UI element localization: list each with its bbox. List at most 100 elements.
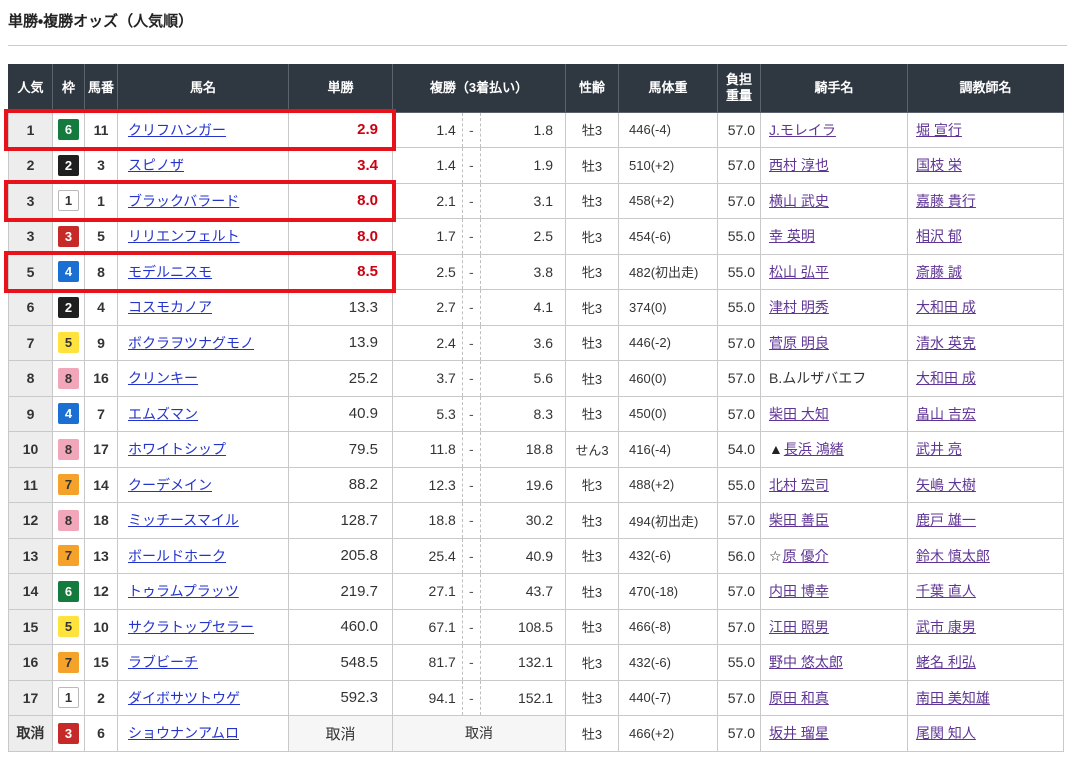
trainer-link[interactable]: 千葉 直人 [916,583,976,599]
horse-weight-cell: 446(-2) [619,325,718,361]
trainer-link[interactable]: 鈴木 慎太郎 [916,548,990,564]
trainer-link[interactable]: 武市 康男 [916,619,976,635]
horse-weight-cell: 458(+2) [619,183,718,219]
horse-name-cell: ボクラヲツナグモノ [118,325,289,361]
trainer-link[interactable]: 相沢 郁 [916,228,962,244]
place-odds-range: 94.1-152.1 [393,681,565,716]
horse-name-link[interactable]: ボールドホーク [128,548,226,564]
horse-weight-cell: 446(-4) [619,112,718,148]
win-odds-cell: 219.7 [289,574,393,610]
trainer-link[interactable]: 清水 英克 [916,335,976,351]
horse-name-link[interactable]: ミッチースマイル [128,512,239,528]
sex-age-cell: 牝3 [566,290,619,326]
table-row: 8816クリンキー25.23.7-5.6牡3460(0)57.0B.ムルザバエフ… [9,361,1064,397]
trainer-link[interactable]: 斎藤 誠 [916,264,962,280]
trainer-link[interactable]: 尾関 知人 [916,725,976,741]
jockey-link[interactable]: 北村 宏司 [769,477,829,493]
trainer-link[interactable]: 矢嶋 大樹 [916,477,976,493]
load-weight-cell: 55.0 [718,467,761,503]
win-odds-cell: 取消 [289,716,393,752]
waku-badge: 8 [58,368,79,389]
waku-badge: 5 [58,332,79,353]
waku-badge: 4 [58,261,79,282]
place-odds-range: 5.3-8.3 [393,397,565,432]
trainer-link[interactable]: 大和田 成 [916,299,976,315]
horse-name-link[interactable]: トゥラムプラッツ [128,583,239,599]
jockey-link[interactable]: 原 優介 [783,548,829,564]
jockey-link[interactable]: 横山 武史 [769,193,829,209]
horse-name-cell: クリフハンガー [118,112,289,148]
horse-name-link[interactable]: ショウナンアムロ [128,725,239,741]
horse-name-link[interactable]: サクラトップセラー [128,619,254,635]
horse-name-link[interactable]: ホワイトシップ [128,441,226,457]
jockey-link[interactable]: 松山 弘平 [769,264,829,280]
jockey-link[interactable]: 柴田 大知 [769,406,829,422]
table-row: 11714クーデメイン88.212.3-19.6牝3488(+2)55.0北村 … [9,467,1064,503]
place-odds-min: 5.3 [393,397,463,432]
load-weight-cell: 55.0 [718,645,761,681]
jockey-link[interactable]: 坂井 瑠星 [769,725,829,741]
horse-name-cell: コスモカノア [118,290,289,326]
place-odds-dash: - [463,113,481,148]
trainer-link[interactable]: 国枝 栄 [916,157,962,173]
header-rank: 人気 [9,64,53,112]
place-odds-dash: - [463,539,481,574]
win-odds-cell: 40.9 [289,396,393,432]
trainer-link[interactable]: 蛯名 利弘 [916,654,976,670]
trainer-link[interactable]: 武井 亮 [916,441,962,457]
horse-name-link[interactable]: ブラックバラード [128,193,239,209]
place-odds-dash: - [463,148,481,183]
rank-cell: 15 [9,609,53,645]
horse-name-link[interactable]: クーデメイン [128,477,212,493]
rank-cell: 取消 [9,716,53,752]
jockey-link[interactable]: 柴田 善臣 [769,512,829,528]
load-weight-cell: 54.0 [718,432,761,468]
horse-name-cell: ボールドホーク [118,538,289,574]
horse-name-link[interactable]: モデルニスモ [128,264,212,280]
header-name: 馬名 [118,64,289,112]
jockey-link[interactable]: 内田 博幸 [769,583,829,599]
horse-weight-cell: 460(0) [619,361,718,397]
horse-name-link[interactable]: エムズマン [128,406,198,422]
trainer-link[interactable]: 嘉藤 貴行 [916,193,976,209]
jockey-link[interactable]: 西村 淳也 [769,157,829,173]
jockey-link[interactable]: 野中 悠太郎 [769,654,843,670]
jockey-cell: 菅原 明良 [761,325,908,361]
horse-name-link[interactable]: ラブビーチ [128,654,198,670]
jockey-cell: 津村 明秀 [761,290,908,326]
horse-name-link[interactable]: ダイボサツトウゲ [128,690,240,706]
place-odds-range: 1.7-2.5 [393,219,565,254]
place-odds-min: 1.4 [393,148,463,183]
place-odds-cell: 取消 [393,716,566,752]
jockey-link[interactable]: 幸 英明 [769,228,815,244]
place-odds-cell: 27.1-43.7 [393,574,566,610]
horse-name-link[interactable]: ボクラヲツナグモノ [128,335,254,351]
trainer-link[interactable]: 南田 美知雄 [916,690,990,706]
horse-name-link[interactable]: クリフハンガー [128,122,226,138]
horse-name-cell: クリンキー [118,361,289,397]
trainer-link[interactable]: 畠山 吉宏 [916,406,976,422]
trainer-link[interactable]: 大和田 成 [916,370,976,386]
horse-name-link[interactable]: リリエンフェルト [128,228,240,244]
jockey-link[interactable]: 原田 和真 [769,690,829,706]
trainer-link[interactable]: 鹿戸 雄一 [916,512,976,528]
horse-name-link[interactable]: スピノザ [128,157,184,173]
horse-name-link[interactable]: クリンキー [128,370,198,386]
win-odds-cell: 13.3 [289,290,393,326]
jockey-link[interactable]: 津村 明秀 [769,299,829,315]
jockey-link[interactable]: 長浜 鴻緒 [784,441,844,457]
jockey-link[interactable]: 江田 照男 [769,619,829,635]
place-odds-cell: 2.7-4.1 [393,290,566,326]
sex-age-cell: 牡3 [566,361,619,397]
jockey-link[interactable]: J.モレイラ [769,122,836,138]
table-row: 624コスモカノア13.32.7-4.1牝3374(0)55.0津村 明秀大和田… [9,290,1064,326]
waku-badge: 4 [58,403,79,424]
load-weight-cell: 57.0 [718,325,761,361]
horse-weight-cell: 482(初出走) [619,254,718,290]
trainer-link[interactable]: 堀 宣行 [916,122,962,138]
jockey-link[interactable]: 菅原 明良 [769,335,829,351]
place-odds-min: 2.1 [393,184,463,219]
place-odds-dash: - [463,184,481,219]
horse-weight-cell: 432(-6) [619,645,718,681]
horse-name-link[interactable]: コスモカノア [128,299,212,315]
